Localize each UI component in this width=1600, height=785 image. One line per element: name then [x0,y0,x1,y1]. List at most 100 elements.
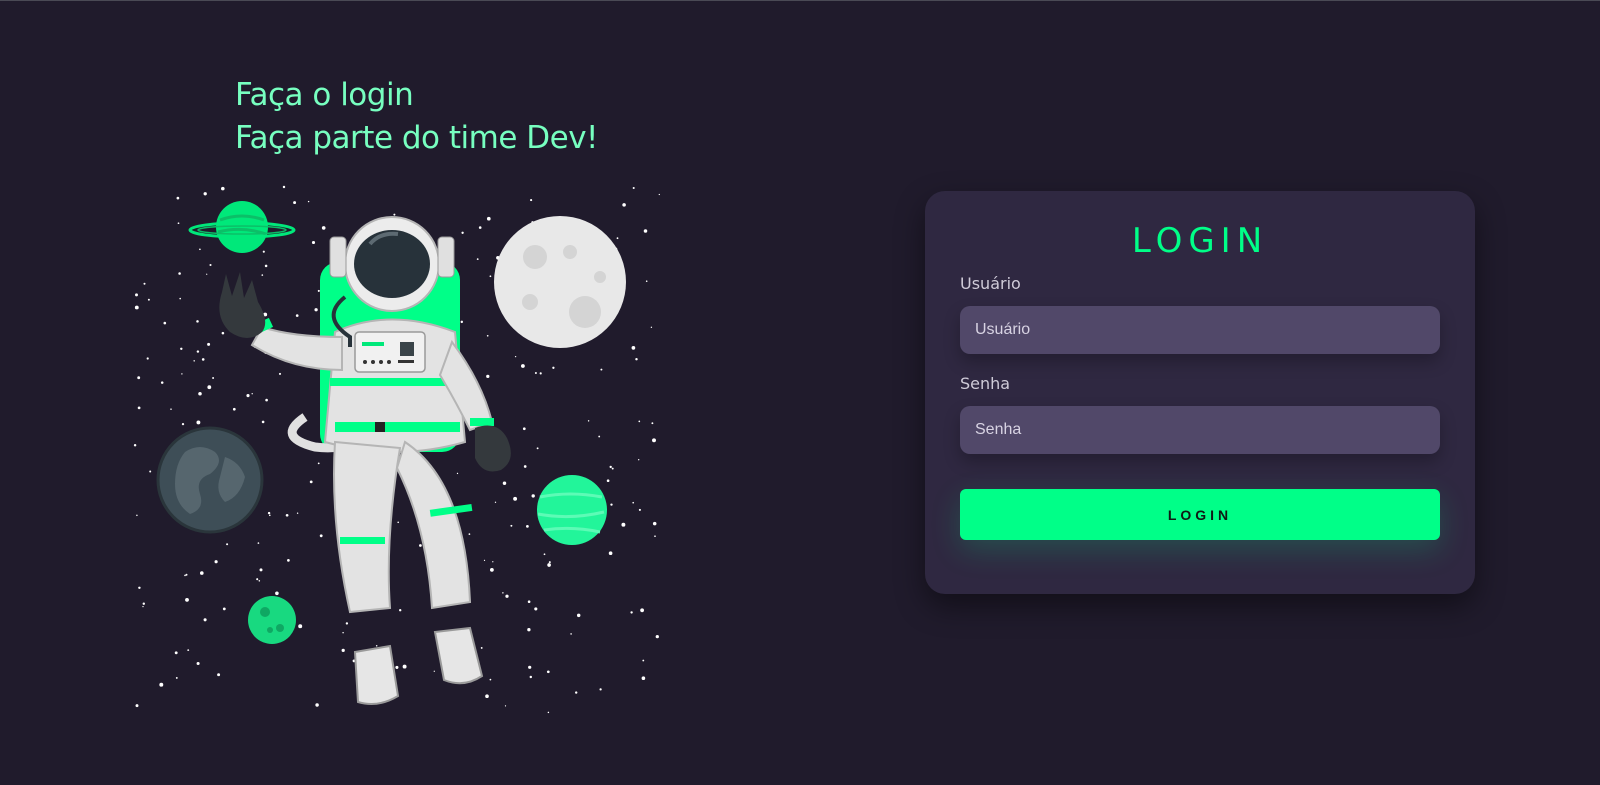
username-input[interactable] [960,306,1440,354]
star-dot [526,525,529,528]
star-dot [483,559,486,562]
username-label: Usuário [960,274,1021,293]
star-dot [641,676,646,680]
star-dot [650,326,653,328]
star-dot [494,501,497,503]
star-dot [217,673,221,677]
star-dot [142,602,145,605]
star-dot [640,608,644,613]
login-button[interactable]: LOGIN [960,489,1440,540]
login-page: Faça o login Faça parte do time Dev! LOG… [0,0,1600,785]
star-dot [527,600,531,603]
star-dot [622,203,626,207]
star-dot [504,705,507,707]
small-planet-icon [248,596,296,644]
star-dot [342,631,344,634]
login-card: LOGIN Usuário Senha LOGIN [925,191,1475,594]
star-dot [222,607,226,611]
star-dot [160,381,164,384]
star-dot [314,308,318,312]
star-dot [608,551,613,556]
star-dot [257,542,260,544]
star-dot [170,408,172,410]
star-dot [181,422,185,426]
star-dot [198,392,202,396]
star-dot [177,222,180,225]
star-dot [163,321,167,325]
star-dot [142,605,144,608]
star-dot [505,594,509,598]
star-dot [185,598,189,602]
star-dot [528,665,532,669]
star-dot [546,670,550,674]
star-dot [246,394,250,398]
star-dot [201,358,205,361]
star-dot [527,628,531,632]
star-dot [138,586,141,590]
star-dot [638,508,641,511]
star-dot [630,611,633,614]
star-dot [658,193,660,196]
star-dot [275,591,279,596]
star-dot [514,355,517,358]
star-dot [282,185,286,189]
star-dot [599,688,602,691]
star-dot [319,534,323,538]
earth-icon [156,426,264,534]
star-dot [587,420,590,422]
star-dot [298,624,303,629]
password-input[interactable] [960,406,1440,454]
star-dot [621,522,626,527]
star-dot [375,645,378,647]
headline-line-2: Faça parte do time Dev! [235,120,598,156]
star-dot [196,350,200,353]
star-dot [221,186,225,191]
star-dot [317,289,320,292]
star-dot [258,580,261,582]
star-dot [631,346,636,350]
star-dot [149,470,152,473]
star-dot [393,213,396,216]
star-dot [261,420,265,424]
star-dot [200,571,204,575]
star-dot [214,560,218,564]
star-dot [638,459,640,461]
star-dot [311,240,316,245]
star-dot [397,521,400,524]
star-dot [226,543,229,546]
star-dot [547,711,550,714]
star-dot [502,481,507,485]
star-dot [489,678,492,681]
star-dot [159,682,164,687]
star-dot [492,561,494,563]
star-dot [523,465,527,468]
astronaut-illustration [133,185,660,714]
star-dot [534,607,538,611]
star-dot [179,297,181,300]
star-dot [278,372,282,375]
star-dot [652,438,656,443]
star-dot [185,573,188,576]
star-dot [174,651,178,655]
star-dot [136,514,138,517]
star-dot [178,272,181,275]
left-panel: Faça o login Faça parte do time Dev! [130,70,670,730]
star-dot [317,462,320,465]
star-dot [209,263,212,267]
star-dot [203,618,207,622]
star-dot [135,704,139,708]
star-dot [478,226,482,229]
page-headline: Faça o login Faça parte do time Dev! [235,74,598,160]
star-dot [575,691,578,694]
star-dot [137,406,141,410]
star-dot [643,229,648,233]
star-dot [632,501,634,504]
star-dot [399,609,402,612]
star-dot [461,231,464,234]
star-dot [207,342,211,346]
star-dot [137,376,141,380]
star-dot [293,201,297,205]
star-dot [543,553,546,556]
star-dot [486,374,490,379]
star-dot [221,331,225,335]
